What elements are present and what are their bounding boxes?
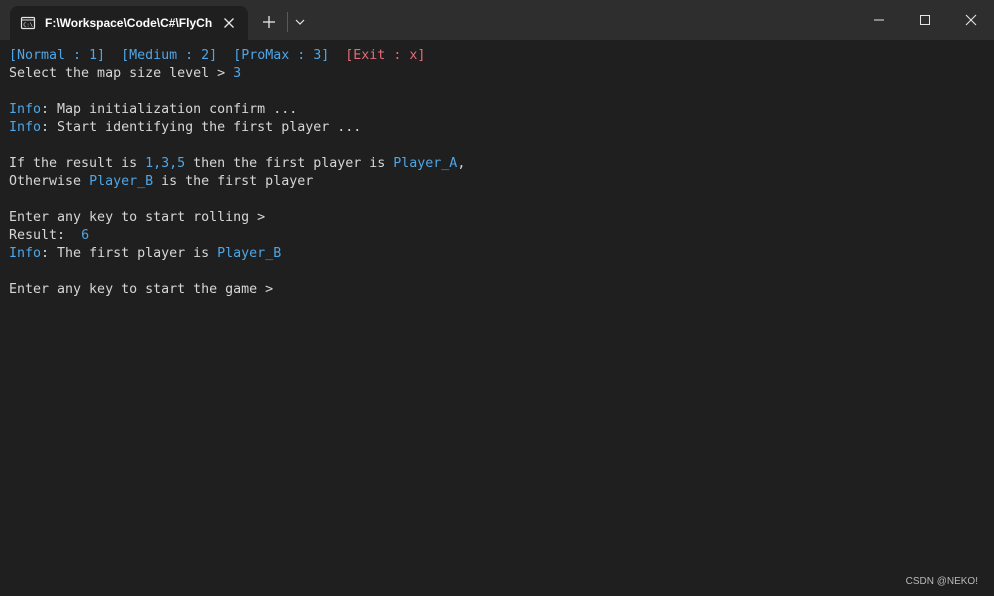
menu-line: [Normal : 1] [Medium : 2] [ProMax : 3] […	[9, 47, 984, 65]
menu-exit: [Exit : x]	[345, 48, 426, 63]
title-bar[interactable]: C:\ F:\Workspace\Code\C#\FlyCh	[0, 0, 994, 40]
info-identify-text: : Start identifying the first player ...	[41, 120, 362, 135]
info-first-player-text: : The first player is	[41, 246, 218, 261]
rule-prefix: If the result is	[9, 156, 146, 171]
map-size-prompt-line: Select the map size level > 3	[9, 65, 984, 83]
close-icon[interactable]	[220, 14, 238, 32]
watermark: CSDN @NEKO!	[905, 576, 978, 587]
game-prompt: Enter any key to start the game >	[9, 282, 274, 297]
info-label: Info	[9, 120, 42, 135]
player-a-label: Player_A	[393, 156, 458, 171]
otherwise-prefix: Otherwise	[9, 174, 90, 189]
map-size-input: 3	[233, 66, 242, 81]
minimize-icon	[874, 19, 884, 21]
info-map-init-line: Info: Map initialization confirm ...	[9, 101, 984, 119]
info-map-init-text: : Map initialization confirm ...	[41, 102, 298, 117]
menu-medium: [Medium : 2]	[121, 48, 218, 63]
game-prompt-line: Enter any key to start the game >	[9, 281, 984, 299]
terminal-output[interactable]: [Normal : 1] [Medium : 2] [ProMax : 3] […	[9, 47, 984, 587]
maximize-icon	[920, 15, 930, 25]
svg-text:C:\: C:\	[23, 23, 33, 29]
maximize-button[interactable]	[902, 0, 948, 40]
info-first-player-line: Info: The first player is Player_B	[9, 245, 984, 263]
tab-separator	[287, 12, 288, 32]
chevron-down-icon[interactable]	[292, 14, 308, 30]
rolling-prompt: Enter any key to start rolling >	[9, 210, 266, 225]
map-size-prompt: Select the map size level >	[9, 66, 234, 81]
info-label: Info	[9, 246, 42, 261]
rule-comma: ,	[457, 156, 466, 171]
close-icon	[965, 14, 977, 26]
rolling-prompt-line: Enter any key to start rolling >	[9, 209, 984, 227]
result-line: Result: 6	[9, 227, 984, 245]
terminal-icon: C:\	[20, 15, 36, 31]
first-player-value: Player_B	[217, 246, 282, 261]
rule-middle: then the first player is	[185, 156, 394, 171]
terminal-window: C:\ F:\Workspace\Code\C#\FlyCh [Normal:…	[0, 0, 994, 596]
menu-promax: [ProMax : 3]	[233, 48, 330, 63]
menu-normal: [Normal : 1]	[9, 48, 106, 63]
tab-title: F:\Workspace\Code\C#\FlyCh	[45, 16, 213, 30]
otherwise-line: Otherwise Player_B is the first player	[9, 173, 984, 191]
info-identify-line: Info: Start identifying the first player…	[9, 119, 984, 137]
rule-line: If the result is 1,3,5 then the first pl…	[9, 155, 984, 173]
player-b-label: Player_B	[89, 174, 154, 189]
rule-values: 1,3,5	[145, 156, 186, 171]
otherwise-suffix: is the first player	[153, 174, 314, 189]
terminal-tab[interactable]: C:\ F:\Workspace\Code\C#\FlyCh	[10, 6, 248, 40]
plus-icon[interactable]	[258, 11, 280, 33]
close-window-button[interactable]	[948, 0, 994, 40]
info-label: Info	[9, 102, 42, 117]
result-label: Result:	[9, 228, 82, 243]
result-value: 6	[81, 228, 90, 243]
minimize-button[interactable]	[856, 0, 902, 40]
